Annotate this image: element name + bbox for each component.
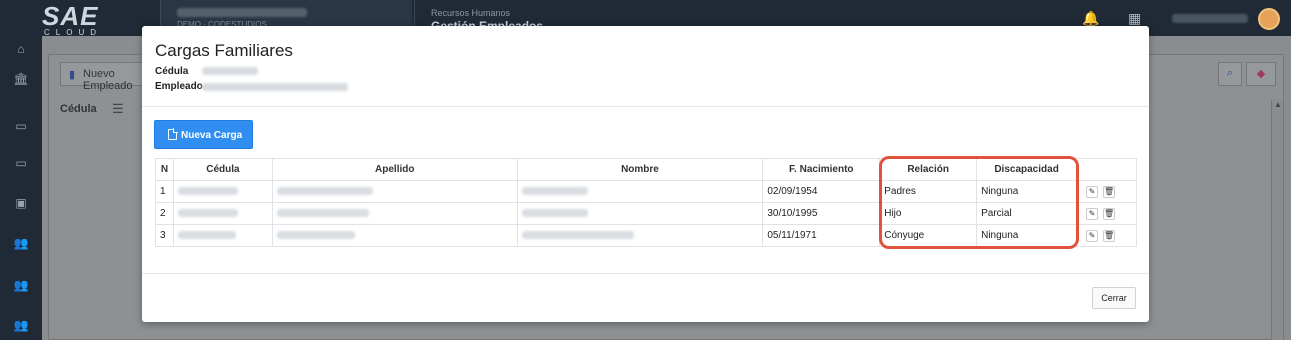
header-relacion: Relación (879, 158, 978, 181)
sidebar-home-icon[interactable]: ⌂ (13, 42, 29, 56)
trash-icon[interactable]: 🗑 (1103, 185, 1116, 198)
sidebar: ⌂ 🏛 ▭ ▭ ▣ 👥 👥 👥 (0, 36, 42, 340)
divider (142, 273, 1149, 274)
module-section: Recursos Humanos (431, 8, 511, 18)
cell-fecha-nacimiento: 30/10/1995 (762, 202, 881, 225)
filter-icon[interactable]: ☰ (112, 101, 124, 117)
users-icon[interactable]: 👥 (13, 278, 29, 292)
cell-nombre-redacted (516, 180, 764, 203)
header-discapacidad: Discapacidad (976, 158, 1078, 181)
cerrar-button[interactable]: Cerrar (1092, 287, 1136, 309)
column-header-cedula: Cédula (60, 103, 97, 115)
cedula-value-redacted (202, 67, 258, 75)
new-employee-button[interactable]: ▮ Nuevo Empleado (60, 62, 146, 92)
nueva-carga-button[interactable]: Nueva Carga (154, 120, 253, 149)
edit-icon[interactable]: ✎ (1086, 229, 1099, 242)
header-nombre: Nombre (516, 158, 764, 181)
cell-discapacidad: Ninguna (976, 180, 1078, 203)
user-name-redacted[interactable] (1172, 14, 1248, 23)
folder-icon[interactable]: ▭ (13, 156, 29, 170)
cell-discapacidad: Ninguna (976, 224, 1078, 247)
cell-actions: ✎ 🗑 (1076, 202, 1137, 225)
edit-icon[interactable]: ✎ (1086, 207, 1099, 220)
cell-actions: ✎ 🗑 (1076, 224, 1137, 247)
users-icon[interactable]: 👥 (13, 236, 29, 250)
users-icon[interactable]: 👥 (13, 318, 29, 332)
cell-actions: ✎ 🗑 (1076, 180, 1137, 203)
cell-relacion: Cónyuge (879, 224, 978, 247)
scroll-up-icon[interactable]: ▲ (1274, 100, 1282, 109)
cell-nombre-redacted (516, 224, 764, 247)
search-icon[interactable]: ⌕ (1218, 62, 1242, 86)
cell-cedula-redacted (172, 202, 273, 225)
cell-n: 1 (155, 180, 174, 203)
trash-icon[interactable]: 🗑 (1103, 207, 1116, 220)
cargas-familiares-modal: Cargas Familiares Cédula Empleado Nueva … (142, 26, 1149, 322)
trash-icon[interactable]: 🗑 (1103, 229, 1116, 242)
cargas-table: N Cédula Apellido Nombre F. Nacimiento R… (155, 158, 1137, 247)
cell-fecha-nacimiento: 02/09/1954 (762, 180, 881, 203)
cell-apellido-redacted (271, 202, 518, 225)
company-name-redacted (177, 8, 307, 17)
divider (142, 106, 1149, 107)
header-apellido: Apellido (271, 158, 518, 181)
cell-n: 3 (155, 224, 174, 247)
cell-fecha-nacimiento: 05/11/1971 (762, 224, 881, 247)
apps-grid-icon[interactable]: ▦ (1128, 10, 1141, 27)
table-row[interactable]: 1 02/09/1954 Padres Ninguna ✎ 🗑 (155, 180, 1137, 203)
cell-n: 2 (155, 202, 174, 225)
header-cedula: Cédula (172, 158, 273, 181)
empleado-value-redacted (202, 83, 348, 91)
cell-nombre-redacted (516, 202, 764, 225)
table-row[interactable]: 3 05/11/1971 Cónyuge Ninguna ✎ 🗑 (155, 224, 1137, 247)
cell-relacion: Padres (879, 180, 978, 203)
cell-cedula-redacted (172, 180, 273, 203)
avatar[interactable] (1258, 8, 1280, 30)
cell-apellido-redacted (271, 224, 518, 247)
edit-icon[interactable]: ✎ (1086, 185, 1099, 198)
document-icon: ▮ (69, 69, 76, 81)
folder-icon[interactable]: ▭ (13, 119, 29, 133)
header-actions (1076, 158, 1137, 181)
cell-apellido-redacted (271, 180, 518, 203)
header-fecha-nacimiento: F. Nacimiento (762, 158, 881, 181)
cell-cedula-redacted (172, 224, 273, 247)
bank-icon[interactable]: 🏛 (13, 72, 29, 86)
id-card-icon[interactable]: ▣ (13, 196, 29, 210)
cedula-label: Cédula (155, 66, 189, 77)
scrollbar[interactable]: ▲ (1271, 100, 1283, 340)
document-icon (168, 128, 178, 140)
table-header-row: N Cédula Apellido Nombre F. Nacimiento R… (155, 158, 1137, 181)
header-n: N (155, 158, 174, 181)
cell-discapacidad: Parcial (976, 202, 1078, 225)
modal-title: Cargas Familiares (155, 41, 293, 60)
empleado-label: Empleado (155, 81, 203, 92)
bell-icon[interactable]: 🔔 (1082, 10, 1099, 27)
eraser-icon[interactable]: ◆ (1246, 62, 1276, 86)
cell-relacion: Hijo (879, 202, 978, 225)
table-row[interactable]: 2 30/10/1995 Hijo Parcial ✎ 🗑 (155, 202, 1137, 225)
app-logo: SAE CLOUD (42, 1, 103, 37)
